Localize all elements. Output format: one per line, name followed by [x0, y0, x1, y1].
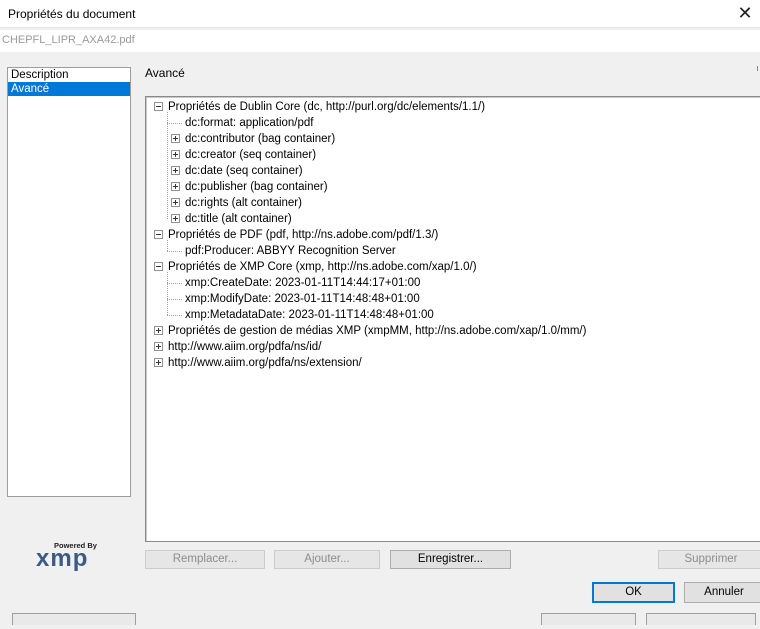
expand-icon[interactable]	[171, 214, 180, 223]
tree-connector	[167, 123, 182, 124]
tree-label: Propriétés de XMP Core (xmp, http://ns.a…	[168, 261, 477, 273]
tree-label: dc:rights (alt container)	[185, 197, 302, 209]
tree-connector	[167, 112, 168, 219]
tree-connector	[167, 251, 182, 252]
tree-label: http://www.aiim.org/pdfa/ns/extension/	[168, 357, 362, 369]
title-bar: Propriétés du document ✕	[0, 0, 760, 28]
tree-connector	[167, 283, 182, 284]
expand-icon[interactable]	[171, 134, 180, 143]
sidebar-item-advanced[interactable]: Avancé	[8, 82, 130, 96]
add-button[interactable]: Ajouter...	[274, 550, 380, 569]
expand-icon[interactable]	[154, 342, 163, 351]
section-title: Avancé	[145, 66, 185, 80]
tree-label: dc:publisher (bag container)	[185, 181, 328, 193]
category-list: Description Avancé	[7, 67, 131, 497]
sidebar-item-description[interactable]: Description	[8, 68, 130, 82]
expand-icon[interactable]	[154, 326, 163, 335]
replace-button[interactable]: Remplacer...	[145, 550, 265, 569]
tree-label: http://www.aiim.org/pdfa/ns/id/	[168, 341, 322, 353]
expand-icon[interactable]	[171, 182, 180, 191]
tree-label: xmp:ModifyDate: 2023-01-11T14:48:48+01:0…	[185, 293, 420, 305]
tree-label: Propriétés de PDF (pdf, http://ns.adobe.…	[168, 229, 439, 241]
background-button	[646, 613, 756, 625]
dialog-title: Propriétés du document	[8, 7, 136, 21]
tree-label: dc:format: application/pdf	[185, 117, 314, 129]
tree-label: dc:date (seq container)	[185, 165, 303, 177]
xmp-logo: Powered By xmp	[36, 541, 106, 572]
tree-connector	[167, 315, 182, 316]
tree-connector	[167, 272, 168, 315]
tree-label: xmp:CreateDate: 2023-01-11T14:44:17+01:0…	[185, 277, 421, 289]
tree-label: dc:contributor (bag container)	[185, 133, 336, 145]
tree-connector	[167, 240, 168, 251]
metadata-tree[interactable]: Propriétés de Dublin Core (dc, http://pu…	[145, 96, 760, 542]
tree-label: xmp:MetadataDate: 2023-01-11T14:48:48+01…	[185, 309, 434, 321]
collapse-icon[interactable]	[154, 102, 163, 111]
collapse-icon[interactable]	[154, 230, 163, 239]
collapse-icon[interactable]	[154, 262, 163, 271]
tree-label: pdf:Producer: ABBYY Recognition Server	[185, 245, 396, 257]
expand-icon[interactable]	[171, 198, 180, 207]
tree-label: Propriétés de Dublin Core (dc, http://pu…	[168, 101, 486, 113]
background-button	[12, 613, 136, 625]
expand-icon[interactable]	[171, 150, 180, 159]
save-button[interactable]: Enregistrer...	[390, 550, 511, 569]
cancel-button[interactable]: Annuler	[684, 582, 760, 603]
ok-button[interactable]: OK	[592, 582, 675, 603]
delete-button[interactable]: Supprimer	[658, 550, 760, 569]
background-button	[541, 613, 636, 625]
tree-label: dc:title (alt container)	[185, 213, 292, 225]
tree-label: dc:creator (seq container)	[185, 149, 317, 161]
expand-icon[interactable]	[154, 358, 163, 367]
document-filename: CHEPFL_LIPR_AXA42.pdf	[0, 30, 760, 52]
expand-icon[interactable]	[171, 166, 180, 175]
xmp-brand: xmp	[36, 545, 89, 572]
tree-label: Propriétés de gestion de médias XMP (xmp…	[168, 325, 587, 337]
tree-connector	[167, 299, 182, 300]
close-icon[interactable]: ✕	[730, 0, 760, 28]
